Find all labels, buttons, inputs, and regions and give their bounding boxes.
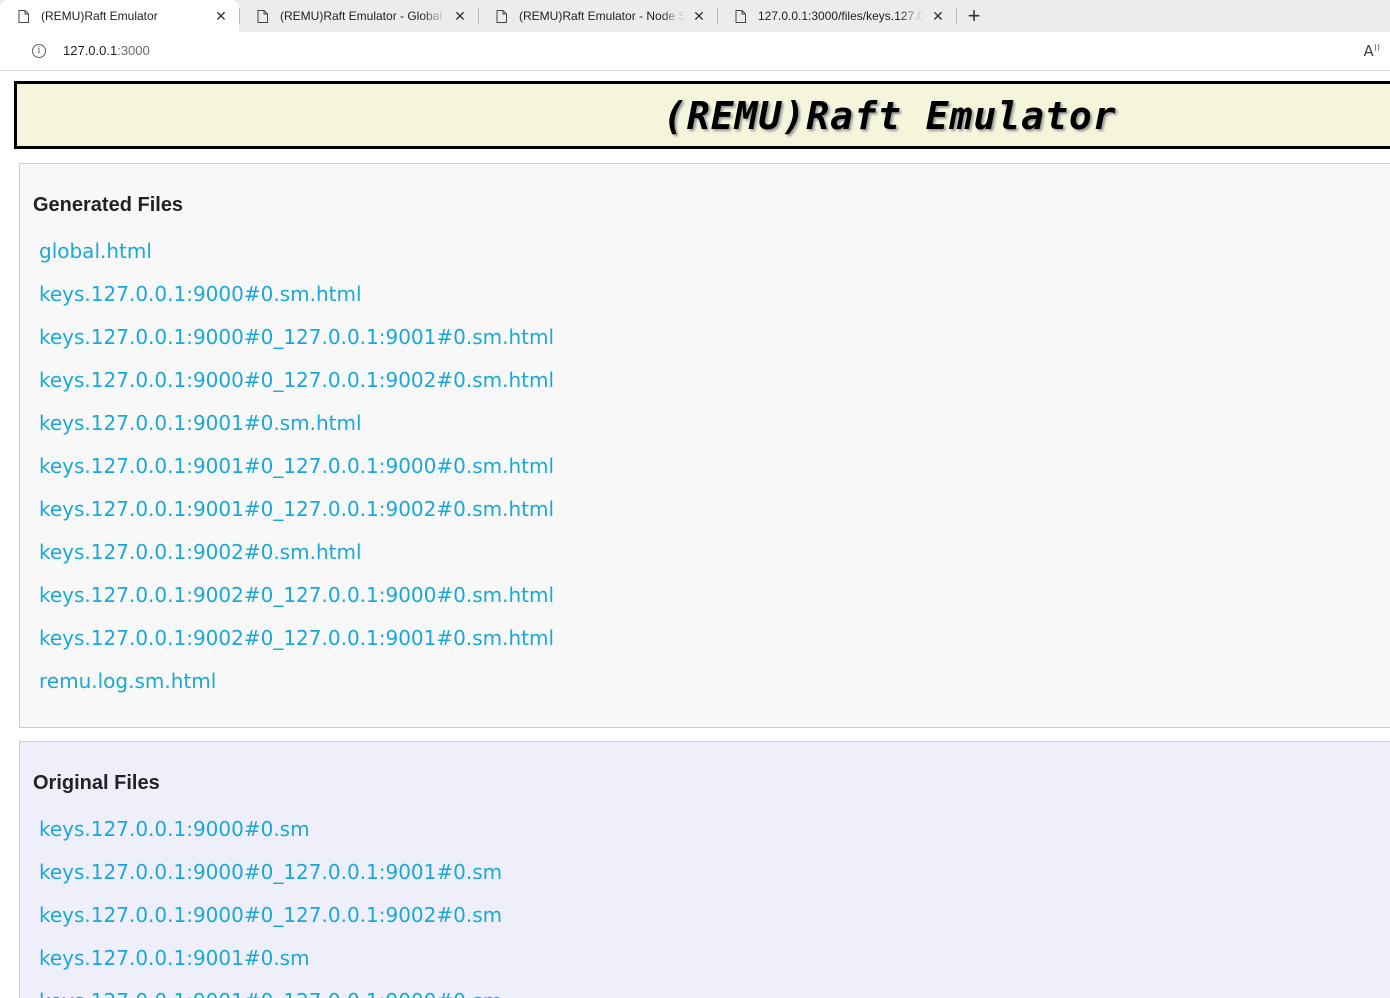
list-item: keys.127.0.0.1:9002#0_127.0.0.1:9000#0.s…	[39, 574, 554, 617]
file-link[interactable]: keys.127.0.0.1:9000#0_127.0.0.1:9001#0.s…	[39, 860, 502, 884]
close-tab-icon[interactable]: ✕	[452, 8, 468, 24]
file-link[interactable]: keys.127.0.0.1:9001#0_127.0.0.1:9000#0.s…	[39, 454, 554, 478]
browser-tab-2[interactable]: (REMU)Raft Emulator - Global State ✕	[239, 0, 478, 32]
address-bar: i 127.0.0.1:3000 A))	[0, 32, 1390, 71]
page-viewport: (REMU)Raft Emulator Generated Files glob…	[0, 71, 1390, 998]
page-title: (REMU)Raft Emulator	[663, 94, 1117, 138]
close-tab-icon[interactable]: ✕	[213, 8, 229, 24]
browser-tab-3[interactable]: (REMU)Raft Emulator - Node State ✕	[478, 0, 717, 32]
list-item: keys.127.0.0.1:9001#0_127.0.0.1:9000#0.s…	[39, 980, 502, 998]
file-link[interactable]: keys.127.0.0.1:9002#0_127.0.0.1:9001#0.s…	[39, 626, 554, 650]
file-link[interactable]: keys.127.0.0.1:9000#0.sm.html	[39, 282, 362, 306]
file-link[interactable]: keys.127.0.0.1:9000#0_127.0.0.1:9001#0.s…	[39, 325, 554, 349]
tab-title: (REMU)Raft Emulator - Node State	[519, 9, 685, 23]
file-link[interactable]: keys.127.0.0.1:9001#0.sm	[39, 946, 310, 970]
browser-tab-4[interactable]: 127.0.0.1:3000/files/keys.127.0.0.1 ✕	[717, 0, 956, 32]
new-tab-button[interactable]: +	[956, 0, 992, 32]
tab-title: (REMU)Raft Emulator	[41, 9, 158, 23]
file-link[interactable]: keys.127.0.0.1:9000#0_127.0.0.1:9002#0.s…	[39, 368, 554, 392]
list-item: keys.127.0.0.1:9000#0.sm.html	[39, 273, 554, 316]
list-item: global.html	[39, 230, 554, 273]
list-item: keys.127.0.0.1:9000#0_127.0.0.1:9002#0.s…	[39, 359, 554, 402]
tab-strip: (REMU)Raft Emulator ✕ (REMU)Raft Emulato…	[0, 0, 1390, 32]
file-link[interactable]: keys.127.0.0.1:9001#0.sm.html	[39, 411, 362, 435]
url-field[interactable]: i 127.0.0.1:3000 A))	[14, 36, 1388, 66]
url-port: :3000	[117, 43, 150, 58]
file-link[interactable]: keys.127.0.0.1:9002#0_127.0.0.1:9000#0.s…	[39, 583, 554, 607]
list-item: keys.127.0.0.1:9001#0_127.0.0.1:9002#0.s…	[39, 488, 554, 531]
page-icon	[257, 9, 268, 23]
file-link[interactable]: keys.127.0.0.1:9002#0.sm.html	[39, 540, 362, 564]
plus-icon: +	[967, 3, 981, 28]
close-tab-icon[interactable]: ✕	[691, 8, 707, 24]
list-item: keys.127.0.0.1:9001#0.sm	[39, 937, 502, 980]
info-icon[interactable]: i	[32, 44, 46, 58]
list-item: keys.127.0.0.1:9001#0.sm.html	[39, 402, 554, 445]
page-icon	[18, 9, 29, 23]
page-icon	[496, 9, 507, 23]
file-link[interactable]: keys.127.0.0.1:9001#0_127.0.0.1:9002#0.s…	[39, 497, 554, 521]
tab-title: 127.0.0.1:3000/files/keys.127.0.0.1	[758, 9, 924, 23]
generated-file-list: global.html keys.127.0.0.1:9000#0.sm.htm…	[39, 230, 554, 703]
file-link[interactable]: keys.127.0.0.1:9000#0_127.0.0.1:9002#0.s…	[39, 903, 502, 927]
original-files-panel: Original Files keys.127.0.0.1:9000#0.sm …	[19, 741, 1390, 998]
close-tab-icon[interactable]: ✕	[930, 8, 946, 24]
tab-title: (REMU)Raft Emulator - Global State	[280, 9, 446, 23]
file-link[interactable]: keys.127.0.0.1:9000#0.sm	[39, 817, 310, 841]
list-item: keys.127.0.0.1:9002#0_127.0.0.1:9001#0.s…	[39, 617, 554, 660]
file-link[interactable]: keys.127.0.0.1:9001#0_127.0.0.1:9000#0.s…	[39, 989, 502, 998]
original-files-heading: Original Files	[33, 772, 160, 794]
site-header: (REMU)Raft Emulator	[14, 81, 1390, 149]
original-file-list: keys.127.0.0.1:9000#0.sm keys.127.0.0.1:…	[39, 808, 502, 998]
url-text[interactable]: 127.0.0.1:3000	[63, 43, 150, 58]
list-item: remu.log.sm.html	[39, 660, 554, 703]
read-aloud-icon[interactable]: A))	[1363, 42, 1380, 60]
list-item: keys.127.0.0.1:9000#0.sm	[39, 808, 502, 851]
list-item: keys.127.0.0.1:9000#0_127.0.0.1:9002#0.s…	[39, 894, 502, 937]
page-icon	[735, 9, 746, 23]
list-item: keys.127.0.0.1:9002#0.sm.html	[39, 531, 554, 574]
url-host: 127.0.0.1	[63, 43, 118, 58]
list-item: keys.127.0.0.1:9000#0_127.0.0.1:9001#0.s…	[39, 316, 554, 359]
browser-tab-1[interactable]: (REMU)Raft Emulator ✕	[0, 0, 239, 32]
file-link[interactable]: remu.log.sm.html	[39, 669, 216, 693]
generated-files-panel: Generated Files global.html keys.127.0.0…	[19, 163, 1390, 728]
list-item: keys.127.0.0.1:9000#0_127.0.0.1:9001#0.s…	[39, 851, 502, 894]
list-item: keys.127.0.0.1:9001#0_127.0.0.1:9000#0.s…	[39, 445, 554, 488]
generated-files-heading: Generated Files	[33, 194, 184, 216]
file-link[interactable]: global.html	[39, 239, 152, 263]
